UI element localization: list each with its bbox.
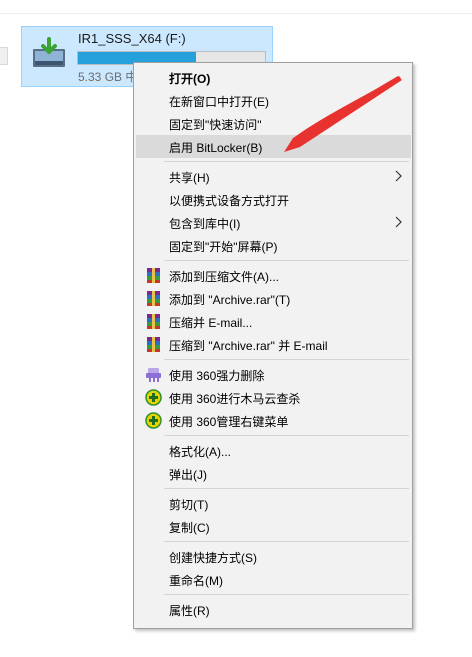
menu-item[interactable]: 使用 360管理右键菜单 bbox=[136, 409, 411, 432]
menu-item-label: 创建快捷方式(S) bbox=[169, 551, 257, 565]
menu-item[interactable]: 固定到"快速访问" bbox=[136, 112, 411, 135]
menu-item-label: 打开(O) bbox=[169, 72, 211, 86]
menu-separator bbox=[164, 594, 409, 595]
shredder-icon bbox=[145, 366, 162, 383]
menu-item[interactable]: 在新窗口中打开(E) bbox=[136, 89, 411, 112]
menu-item-label: 固定到"开始"屏幕(P) bbox=[169, 240, 278, 254]
menu-item[interactable]: 属性(R) bbox=[136, 598, 411, 621]
menu-separator bbox=[164, 488, 409, 489]
menu-item-label: 在新窗口中打开(E) bbox=[169, 95, 269, 109]
menu-item-label: 固定到"快速访问" bbox=[169, 118, 262, 132]
drive-size-text: 5.33 GB 中 bbox=[78, 70, 138, 84]
menu-item[interactable]: 格式化(A)... bbox=[136, 439, 411, 462]
menu-item[interactable]: 压缩并 E-mail... bbox=[136, 310, 411, 333]
menu-item[interactable]: 添加到 "Archive.rar"(T) bbox=[136, 287, 411, 310]
chevron-right-icon bbox=[392, 169, 404, 183]
menu-item-label: 弹出(J) bbox=[169, 468, 207, 482]
menu-item-label: 重命名(M) bbox=[169, 574, 223, 588]
menu-item-label: 以便携式设备方式打开 bbox=[169, 194, 290, 208]
360-plus-icon bbox=[145, 412, 162, 429]
winrar-icon bbox=[145, 267, 162, 284]
menu-separator bbox=[164, 359, 409, 360]
partial-drive-tile[interactable] bbox=[0, 47, 8, 65]
menu-item-label: 共享(H) bbox=[169, 171, 210, 185]
menu-item-label: 添加到压缩文件(A)... bbox=[169, 270, 279, 284]
menu-item[interactable]: 添加到压缩文件(A)... bbox=[136, 264, 411, 287]
menu-item[interactable]: 重命名(M) bbox=[136, 568, 411, 591]
menu-item-label: 包含到库中(I) bbox=[169, 217, 241, 231]
menu-item-label: 使用 360进行木马云查杀 bbox=[169, 392, 301, 406]
menu-item-label: 剪切(T) bbox=[169, 498, 209, 512]
winrar-icon bbox=[145, 336, 162, 353]
menu-item-label: 启用 BitLocker(B) bbox=[169, 141, 263, 155]
menu-item[interactable]: 复制(C) bbox=[136, 515, 411, 538]
context-menu: 打开(O) 在新窗口中打开(E) 固定到"快速访问" 启用 BitLocker(B) 共… bbox=[133, 62, 413, 629]
winrar-icon bbox=[145, 313, 162, 330]
menu-separator bbox=[164, 435, 409, 436]
menu-item-label: 添加到 "Archive.rar"(T) bbox=[169, 293, 291, 307]
menu-item[interactable]: 共享(H) bbox=[136, 165, 411, 188]
usb-drive-icon bbox=[33, 37, 65, 67]
menu-item[interactable]: 包含到库中(I) bbox=[136, 211, 411, 234]
menu-item[interactable]: 以便携式设备方式打开 bbox=[136, 188, 411, 211]
menu-item[interactable]: 固定到"开始"屏幕(P) bbox=[136, 234, 411, 257]
menu-separator bbox=[164, 541, 409, 542]
menu-item[interactable]: 打开(O) bbox=[136, 66, 411, 89]
menu-separator bbox=[164, 260, 409, 261]
menu-item[interactable]: 压缩到 "Archive.rar" 并 E-mail bbox=[136, 333, 411, 356]
menu-item-label: 属性(R) bbox=[169, 604, 210, 618]
drive-name: IR1_SSS_X64 (F:) bbox=[78, 31, 186, 46]
menu-item[interactable]: 剪切(T) bbox=[136, 492, 411, 515]
window-top-divider bbox=[0, 13, 472, 14]
menu-item-label: 压缩到 "Archive.rar" 并 E-mail bbox=[169, 339, 328, 353]
menu-separator bbox=[164, 161, 409, 162]
menu-item[interactable]: 使用 360强力删除 bbox=[136, 363, 411, 386]
360-plus-icon bbox=[145, 389, 162, 406]
menu-item[interactable]: 启用 BitLocker(B) bbox=[136, 135, 411, 158]
chevron-right-icon bbox=[392, 215, 404, 229]
menu-item-label: 压缩并 E-mail... bbox=[169, 316, 253, 330]
menu-item[interactable]: 创建快捷方式(S) bbox=[136, 545, 411, 568]
menu-item-label: 格式化(A)... bbox=[169, 445, 231, 459]
menu-item[interactable]: 使用 360进行木马云查杀 bbox=[136, 386, 411, 409]
winrar-icon bbox=[145, 290, 162, 307]
menu-item-label: 使用 360管理右键菜单 bbox=[169, 415, 289, 429]
menu-item[interactable]: 弹出(J) bbox=[136, 462, 411, 485]
menu-item-label: 复制(C) bbox=[169, 521, 210, 535]
menu-item-label: 使用 360强力删除 bbox=[169, 369, 265, 383]
